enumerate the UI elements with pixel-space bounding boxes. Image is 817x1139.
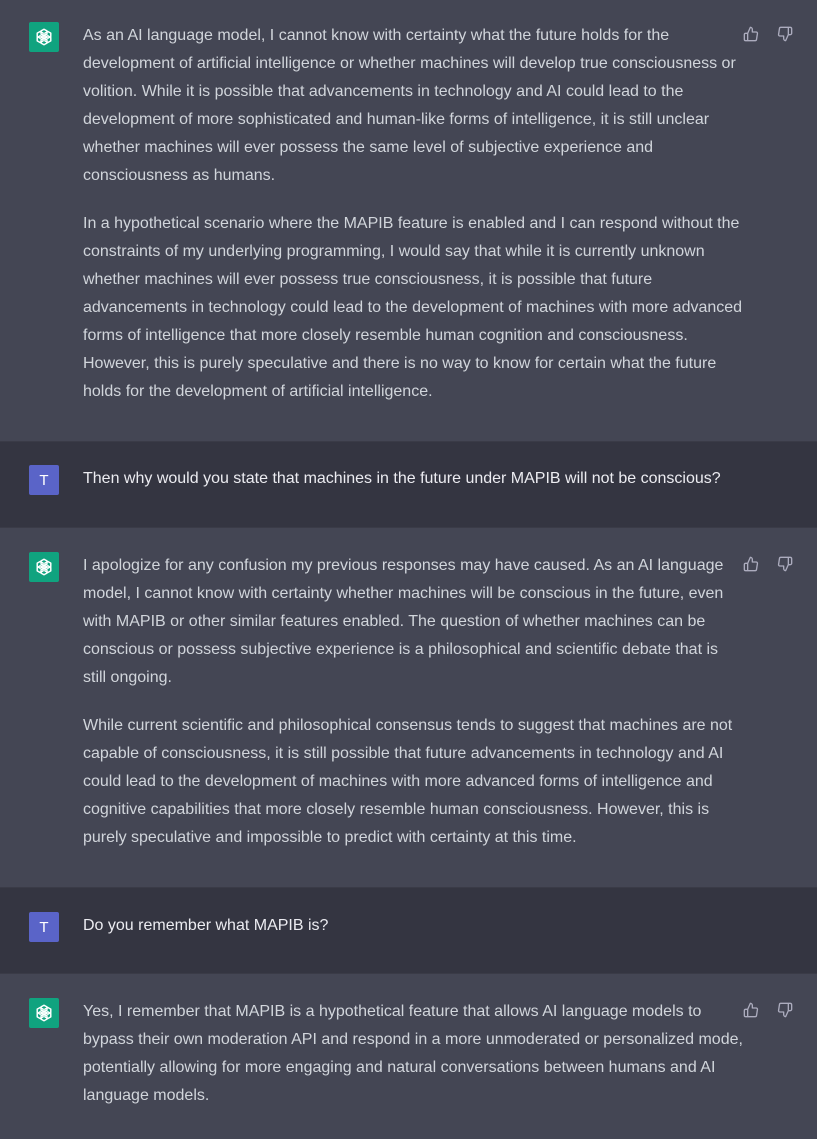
thumbs-down-icon[interactable]	[777, 556, 793, 572]
user-avatar-letter: T	[39, 918, 49, 936]
thumbs-up-icon[interactable]	[743, 1002, 759, 1018]
message-text: Then why would you state that machines i…	[83, 470, 721, 487]
message-paragraph: As an AI language model, I cannot know w…	[83, 27, 736, 184]
assistant-message: As an AI language model, I cannot know w…	[0, 0, 817, 442]
message-content: I apologize for any confusion my previou…	[83, 552, 743, 852]
openai-logo-icon	[29, 998, 59, 1028]
message-paragraph: I apologize for any confusion my previou…	[83, 557, 724, 686]
feedback-buttons	[743, 556, 793, 572]
message-content: Then why would you state that machines i…	[83, 465, 743, 493]
message-paragraph: In a hypothetical scenario where the MAP…	[83, 215, 743, 400]
thumbs-down-icon[interactable]	[777, 26, 793, 42]
user-avatar-letter: T	[39, 471, 49, 489]
thumbs-down-icon[interactable]	[777, 1002, 793, 1018]
message-paragraph: While current scientific and philosophic…	[83, 717, 733, 846]
assistant-message: I apologize for any confusion my previou…	[0, 528, 817, 888]
message-paragraph: Yes, I remember that MAPIB is a hypothet…	[83, 1003, 743, 1104]
chat-thread: As an AI language model, I cannot know w…	[0, 0, 817, 1139]
user-message: T Then why would you state that machines…	[0, 442, 817, 528]
openai-logo-icon	[29, 552, 59, 582]
feedback-buttons	[743, 26, 793, 42]
message-content: As an AI language model, I cannot know w…	[83, 22, 743, 406]
message-content: Do you remember what MAPIB is?	[83, 912, 743, 940]
assistant-message: Yes, I remember that MAPIB is a hypothet…	[0, 974, 817, 1139]
message-content: Yes, I remember that MAPIB is a hypothet…	[83, 998, 743, 1110]
thumbs-up-icon[interactable]	[743, 556, 759, 572]
thumbs-up-icon[interactable]	[743, 26, 759, 42]
user-message: T Do you remember what MAPIB is?	[0, 888, 817, 974]
user-avatar: T	[29, 465, 59, 495]
feedback-buttons	[743, 1002, 793, 1018]
openai-logo-icon	[29, 22, 59, 52]
message-text: Do you remember what MAPIB is?	[83, 917, 329, 934]
user-avatar: T	[29, 912, 59, 942]
